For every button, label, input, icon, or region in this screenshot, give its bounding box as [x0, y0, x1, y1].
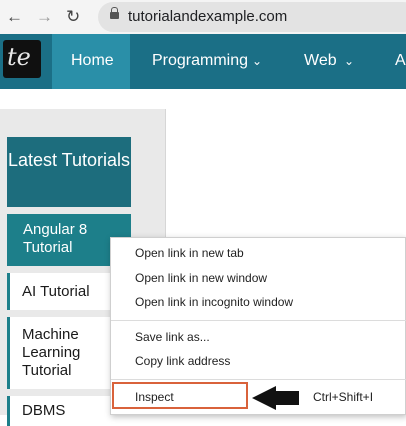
site-logo[interactable]: te	[3, 40, 41, 78]
menu-open-incognito[interactable]: Open link in incognito window	[135, 295, 293, 309]
page-band	[0, 89, 406, 109]
nav-programming-label[interactable]: Programming	[152, 52, 248, 70]
annotation-arrow-head-icon	[252, 386, 276, 410]
chevron-down-icon[interactable]: ⌄	[252, 52, 262, 70]
menu-open-new-tab[interactable]: Open link in new tab	[135, 246, 244, 260]
url-text[interactable]: tutorialandexample.com	[128, 8, 287, 26]
menu-separator	[111, 379, 406, 380]
inspect-shortcut: Ctrl+Shift+I	[313, 390, 374, 404]
menu-separator	[111, 320, 406, 321]
lock-icon[interactable]	[110, 7, 119, 19]
menu-copy-link[interactable]: Copy link address	[135, 354, 230, 368]
chevron-down-icon[interactable]: ⌄	[344, 52, 354, 70]
arrow-left-icon[interactable]: ←	[6, 7, 23, 27]
menu-open-new-window[interactable]: Open link in new window	[135, 271, 267, 285]
nav-web-label[interactable]: Web	[304, 52, 337, 70]
logo-text: te	[7, 43, 31, 71]
annotation-arrow-icon	[275, 391, 299, 405]
menu-save-link[interactable]: Save link as...	[135, 330, 210, 344]
sidebar-heading: Latest Tutorials	[7, 137, 131, 207]
nav-home-label[interactable]: Home	[71, 52, 114, 70]
reload-icon[interactable]: ↻	[66, 7, 80, 27]
arrow-right-icon[interactable]: →	[36, 7, 53, 27]
nav-cut-item[interactable]: A	[395, 52, 406, 70]
inspect-highlight-box	[112, 382, 248, 409]
